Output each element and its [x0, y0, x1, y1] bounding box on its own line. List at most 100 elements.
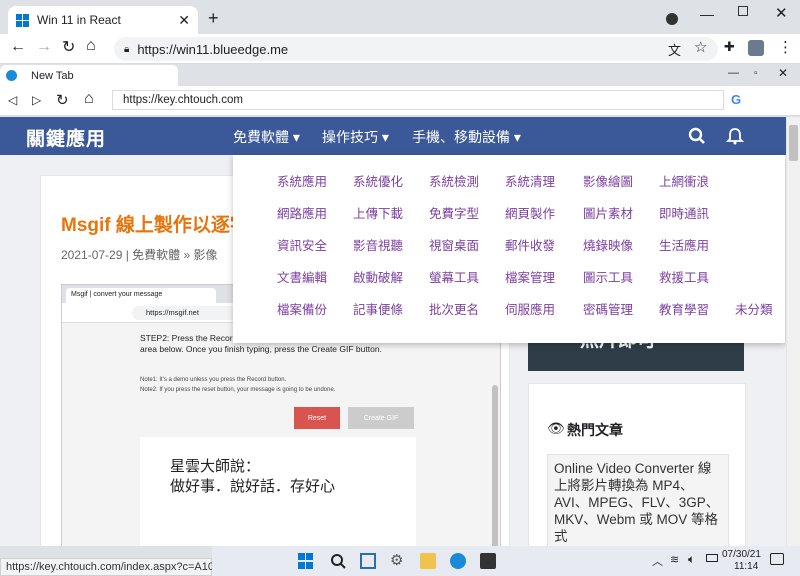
article-title[interactable]: Msgif 線上製作以逐字: [61, 210, 249, 237]
bookmark-star-icon[interactable]: ☆: [694, 38, 707, 56]
dropdown-category-item[interactable]: 視窗桌面: [429, 235, 479, 254]
dropdown-category-item[interactable]: 資訊安全: [277, 235, 327, 254]
dropdown-category-item[interactable]: 燒錄映像: [583, 235, 633, 254]
dropdown-category-item[interactable]: 教育學習: [659, 299, 709, 318]
dropdown-category-item[interactable]: 網頁製作: [505, 203, 555, 222]
dropdown-category-item[interactable]: 圖示工具: [583, 267, 633, 286]
settings-icon[interactable]: ⚙: [390, 551, 406, 569]
dropdown-category-item[interactable]: 即時通訊: [659, 203, 709, 222]
windows-logo-icon: [16, 13, 29, 27]
profile-dot-icon[interactable]: [666, 13, 678, 25]
minimize-icon[interactable]: —: [700, 6, 714, 22]
screenshot-note2: Note2: If you press the reset button, yo…: [140, 387, 336, 393]
screenshot-quote2: 做好事．說好話．存好心: [170, 478, 336, 495]
menu-icon[interactable]: ⋮: [778, 38, 793, 56]
dropdown-category-item[interactable]: 生活應用: [659, 235, 709, 254]
dropdown-category-item[interactable]: 網路應用: [277, 203, 327, 222]
dropdown-category-item[interactable]: 圖片素材: [583, 203, 633, 222]
categories-dropdown: 系統應用 系統優化 系統檢測 系統清理 影像繪圖 上網衝浪網路應用 上傳下載 免費字型 網頁製作…: [233, 155, 785, 343]
inner-close-icon[interactable]: ✕: [778, 66, 788, 80]
hot-post-item[interactable]: Online Video Converter 線上將影片轉換為 MP4、AVI、…: [547, 454, 729, 546]
outer-tab-title: Win 11 in React: [37, 13, 121, 27]
extensions-icon[interactable]: ✚: [724, 39, 735, 55]
bell-icon[interactable]: [726, 127, 744, 145]
status-bar-url: https://key.chtouch.com/index.aspx?c=A10…: [0, 558, 220, 576]
inner-minimize-icon[interactable]: —: [728, 67, 739, 79]
screenshot-tab: Msgif | convert your message: [66, 288, 216, 303]
nav-free-software[interactable]: 免費軟體 ▾: [233, 127, 300, 147]
store-icon[interactable]: [480, 553, 496, 569]
website: 關鍵應用 免費軟體 ▾ 操作技巧 ▾ 手機、移動設備 ▾ Msgif 線上製作以…: [0, 117, 786, 546]
dropdown-category-item[interactable]: 救援工具: [659, 267, 709, 286]
dropdown-category-item[interactable]: 郵件收發: [505, 235, 555, 254]
outer-url: https://win11.blueedge.me: [137, 41, 289, 57]
dropdown-category-item[interactable]: 密碼管理: [583, 299, 633, 318]
taskbar: ⚙ ︿ ≋ 🔈︎ 07/30/21 11:14: [212, 546, 800, 576]
dropdown-category-item[interactable]: 影像繪圖: [583, 171, 633, 190]
clock-date[interactable]: 07/30/21: [722, 549, 761, 560]
dropdown-category-item[interactable]: 影音視聽: [353, 235, 403, 254]
outer-address-bar[interactable]: 🔒︎ https://win11.blueedge.me: [114, 37, 718, 61]
profile-avatar-icon[interactable]: [748, 40, 764, 56]
search-taskbar-icon[interactable]: [330, 553, 346, 569]
page-scrollbar[interactable]: [786, 117, 800, 546]
back-icon[interactable]: ←: [10, 38, 26, 56]
dropdown-category-item[interactable]: 文書編輯: [277, 267, 327, 286]
dropdown-category-item[interactable]: 檔案備份: [277, 299, 327, 318]
site-logo[interactable]: 關鍵應用: [26, 124, 106, 151]
new-tab-icon[interactable]: +: [208, 8, 219, 29]
start-icon[interactable]: [298, 553, 314, 569]
dropdown-category-item[interactable]: 上傳下載: [353, 203, 403, 222]
screenshot-reset: Reset: [294, 407, 340, 429]
dropdown-category-item[interactable]: 上網衝浪: [659, 171, 709, 190]
dropdown-category-item[interactable]: 啟動破解: [353, 267, 403, 286]
wifi-icon[interactable]: ≋: [670, 553, 679, 566]
inner-reload-icon[interactable]: ↻: [56, 91, 69, 109]
edge-logo-icon: [6, 70, 17, 81]
dropdown-category-item[interactable]: 系統檢測: [429, 171, 479, 190]
dropdown-category-item[interactable]: 系統優化: [353, 171, 403, 190]
volume-icon[interactable]: 🔈︎: [688, 552, 695, 567]
close-window-icon[interactable]: ✕: [775, 4, 788, 22]
edge-icon[interactable]: [450, 553, 466, 569]
inner-tab-title: New Tab: [31, 69, 74, 82]
nav-tips[interactable]: 操作技巧 ▾: [322, 127, 389, 147]
search-icon[interactable]: [688, 127, 706, 145]
battery-icon[interactable]: [706, 554, 718, 562]
inner-home-icon[interactable]: ⌂: [84, 90, 94, 108]
hot-posts-title: 熱門文章: [567, 422, 623, 438]
dropdown-category-item[interactable]: 系統清理: [505, 171, 555, 190]
screenshot-create-gif: Create GIF: [348, 407, 414, 429]
forward-icon[interactable]: →: [36, 38, 52, 56]
nav-mobile[interactable]: 手機、移動設備 ▾: [412, 127, 521, 147]
widgets-icon[interactable]: [360, 553, 376, 569]
inner-restore-icon[interactable]: ▫: [754, 68, 758, 79]
maximize-icon[interactable]: [738, 6, 748, 16]
file-explorer-icon[interactable]: [420, 553, 436, 569]
translate-icon[interactable]: ⽂: [668, 40, 681, 59]
dropdown-category-item[interactable]: 批次更名: [429, 299, 479, 318]
chevron-up-icon[interactable]: ︿: [652, 553, 663, 569]
dropdown-category-item[interactable]: 記事便條: [353, 299, 403, 318]
close-tab-icon[interactable]: ✕: [178, 12, 190, 29]
dropdown-category-item[interactable]: 檔案管理: [505, 267, 555, 286]
reload-icon[interactable]: ↻: [62, 37, 75, 57]
dropdown-category-item[interactable]: 免費字型: [429, 203, 479, 222]
google-icon: G: [731, 92, 742, 107]
inner-back-icon[interactable]: ◁: [8, 93, 17, 107]
outer-tab[interactable]: Win 11 in React ✕: [8, 6, 198, 34]
dropdown-category-item[interactable]: 伺服應用: [505, 299, 555, 318]
dropdown-category-item[interactable]: 未分類: [735, 299, 773, 318]
screenshot-note1: Note1: It's a demo unless you press the …: [140, 377, 287, 383]
inner-url: https://key.chtouch.com: [123, 94, 243, 106]
article-meta: 2021-07-29 | 免費軟體 » 影像: [61, 248, 218, 262]
dropdown-category-item[interactable]: 螢幕工具: [429, 267, 479, 286]
notification-icon[interactable]: [770, 553, 784, 565]
inner-forward-icon[interactable]: ▷: [32, 93, 41, 107]
inner-address-bar[interactable]: https://key.chtouch.com: [112, 90, 724, 110]
inner-tab[interactable]: New Tab: [0, 65, 178, 86]
clock-time[interactable]: 11:14: [734, 561, 758, 572]
dropdown-category-item[interactable]: 系統應用: [277, 171, 327, 190]
home-icon[interactable]: ⌂: [86, 37, 96, 55]
hot-posts-panel: 👁︎ 熱門文章 Online Video Converter 線上將影片轉換為 …: [528, 383, 746, 546]
